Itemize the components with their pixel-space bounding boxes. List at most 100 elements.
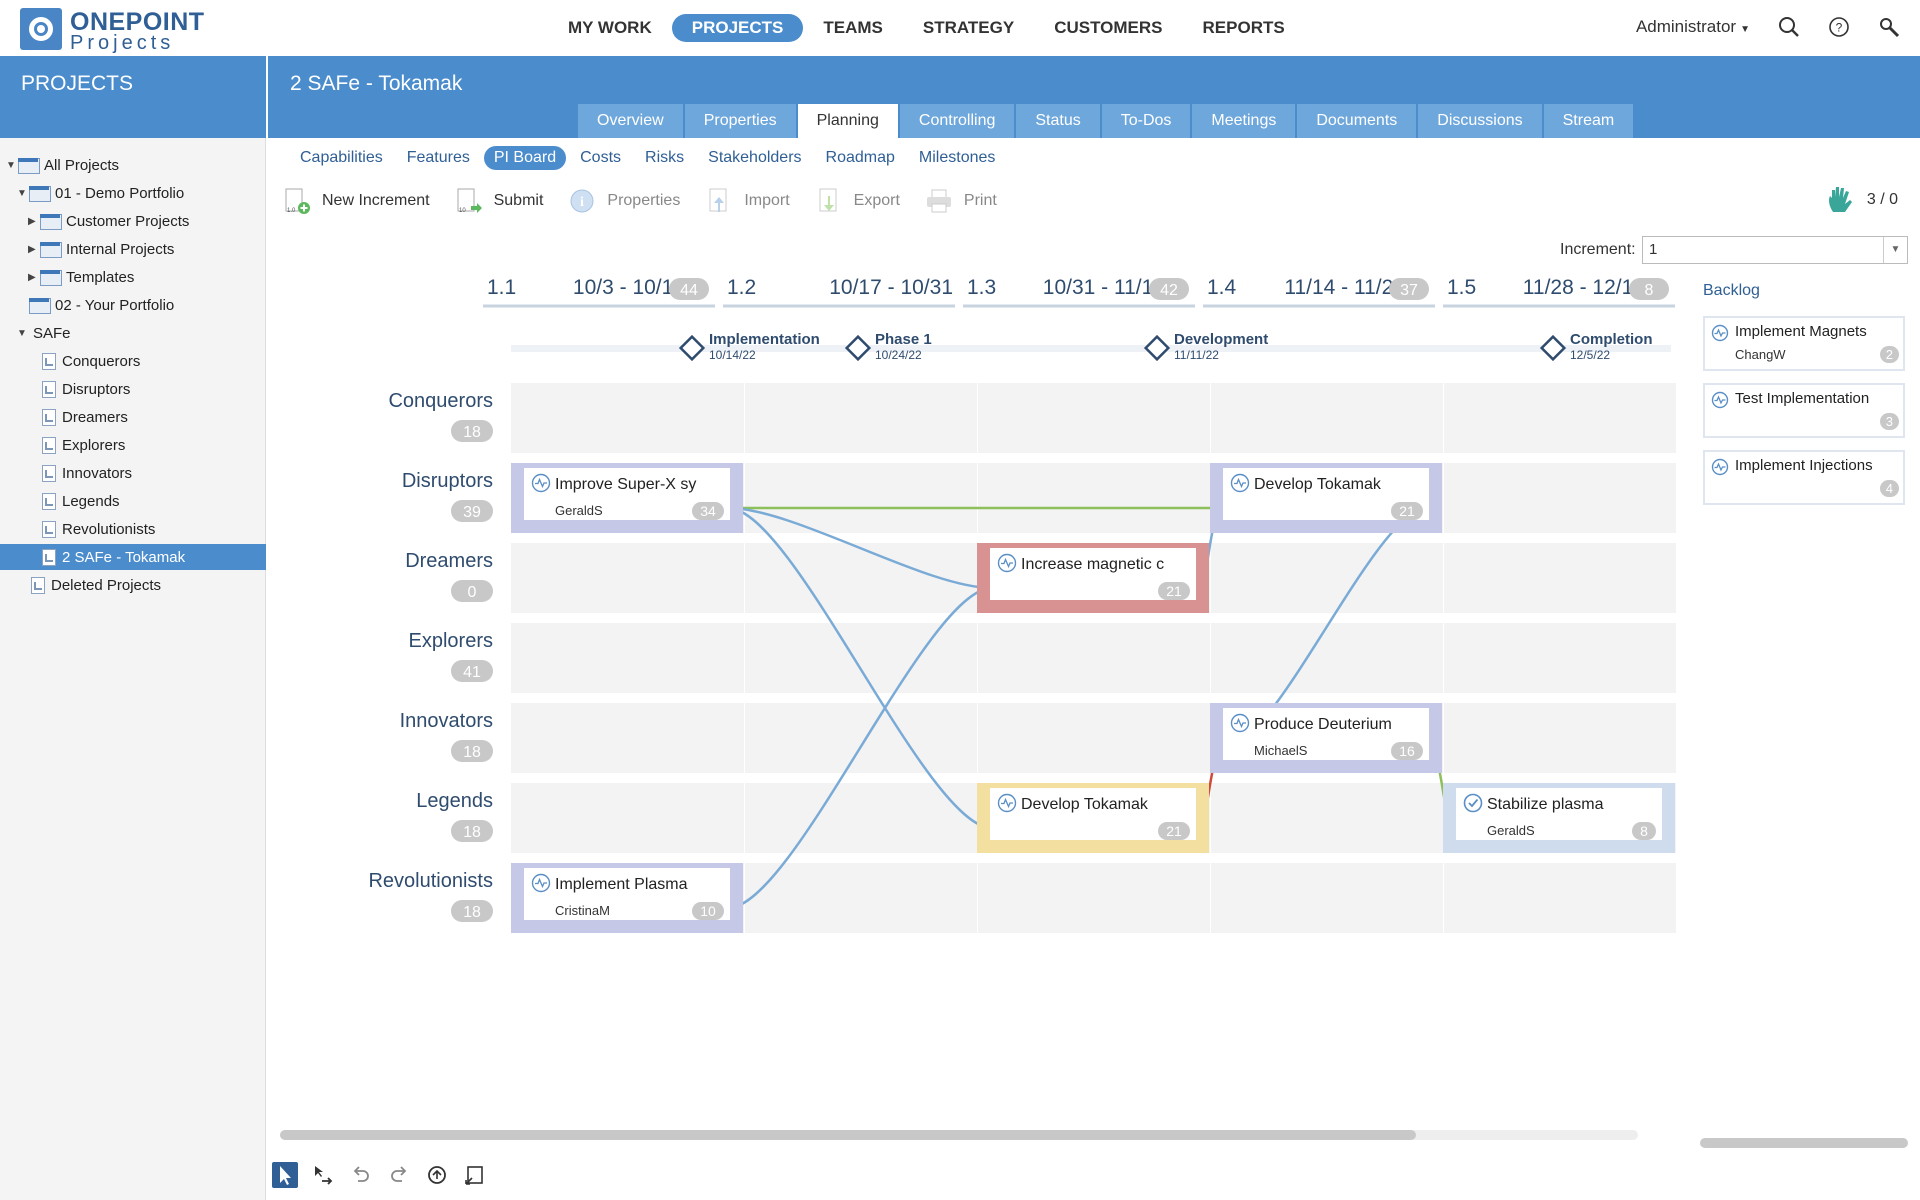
scrollbar-thumb[interactable] <box>280 1130 1416 1140</box>
tab-properties[interactable]: Properties <box>684 104 796 138</box>
board-cell[interactable] <box>745 783 977 853</box>
tools-icon[interactable] <box>1878 16 1900 38</box>
tree-item-legends[interactable]: Legends <box>28 488 120 514</box>
submit-button[interactable]: 10 Submit <box>454 186 543 216</box>
tree-item-2-safe-tokamak[interactable]: 2 SAFe - Tokamak <box>0 544 266 570</box>
dropdown-arrow-icon[interactable]: ▼ <box>1883 237 1907 263</box>
redo-icon[interactable] <box>386 1162 412 1188</box>
board-cell[interactable] <box>1444 703 1676 773</box>
milestone-phase-1[interactable]: Phase 110/24/22 <box>844 331 932 362</box>
tree-item-explorers[interactable]: Explorers <box>28 432 125 458</box>
tab-to-dos[interactable]: To-Dos <box>1101 104 1191 138</box>
tab-documents[interactable]: Documents <box>1297 104 1417 138</box>
board-cell[interactable] <box>1444 463 1676 533</box>
export-button[interactable]: Export <box>814 186 900 216</box>
feature-card[interactable]: Develop Tokamak 21 <box>977 783 1209 853</box>
tree-item-templates[interactable]: ▶ Templates <box>28 264 134 290</box>
board-cell[interactable] <box>745 383 977 453</box>
board-cell[interactable] <box>511 383 744 453</box>
subtab-stakeholders[interactable]: Stakeholders <box>698 146 811 170</box>
feature-card[interactable]: Implement Plasma CristinaM 10 <box>511 863 743 933</box>
refresh-icon[interactable] <box>424 1162 450 1188</box>
expand-down-icon[interactable]: ▼ <box>6 160 18 171</box>
tree-item-innovators[interactable]: Innovators <box>28 460 132 486</box>
help-icon[interactable]: ? <box>1828 16 1850 38</box>
properties-button[interactable]: i Properties <box>567 186 680 216</box>
board-scrollbar[interactable] <box>280 1130 1638 1140</box>
backlog-card[interactable]: Test Implementation 3 <box>1703 383 1905 438</box>
board-cell[interactable] <box>745 463 977 533</box>
feature-card[interactable]: Increase magnetic c21 <box>977 543 1209 613</box>
tab-planning[interactable]: Planning <box>797 104 898 138</box>
board-cell[interactable] <box>745 703 977 773</box>
tree-item-all-projects[interactable]: ▼ All Projects <box>6 152 119 178</box>
nav-my-work[interactable]: MY WORK <box>548 14 672 42</box>
tree-item-revolutionists[interactable]: Revolutionists <box>28 516 155 542</box>
tree-item-safe[interactable]: ▼ SAFe <box>17 320 71 346</box>
feature-card[interactable]: Produce Deuterium MichaelS 16 <box>1210 703 1442 773</box>
board-cell[interactable] <box>978 463 1210 533</box>
board-cell[interactable] <box>978 703 1210 773</box>
subtab-features[interactable]: Features <box>397 146 480 170</box>
pointer-icon[interactable] <box>272 1162 298 1188</box>
tree-item-disruptors[interactable]: Disruptors <box>28 376 130 402</box>
feature-card[interactable]: Stabilize plasma GeraldS 8 <box>1443 783 1675 853</box>
tab-discussions[interactable]: Discussions <box>1418 104 1542 138</box>
sprint-header[interactable]: 1.2 10/17 - 10/31 <box>723 276 955 308</box>
tab-meetings[interactable]: Meetings <box>1192 104 1296 138</box>
new-increment-button[interactable]: 1.0 New Increment <box>282 186 430 216</box>
expand-right-icon[interactable]: ▶ <box>28 216 40 227</box>
tree-item-conquerors[interactable]: Conquerors <box>28 348 140 374</box>
subtab-pi-board[interactable]: PI Board <box>483 146 567 170</box>
board-cell[interactable] <box>978 383 1210 453</box>
tab-controlling[interactable]: Controlling <box>899 104 1015 138</box>
expand-down-icon[interactable]: ▼ <box>17 188 29 199</box>
tab-status[interactable]: Status <box>1016 104 1100 138</box>
milestone-development[interactable]: Development11/11/22 <box>1143 331 1269 362</box>
milestone-completion[interactable]: Completion12/5/22 <box>1539 331 1653 362</box>
sprint-header[interactable]: 1.5 11/28 - 12/12 8 <box>1443 276 1675 308</box>
feature-card[interactable]: Develop Tokamak 21 <box>1210 463 1442 533</box>
milestone-implementation[interactable]: Implementation10/14/22 <box>678 331 820 362</box>
tree-item-01-demo-portfolio[interactable]: ▼ 01 - Demo Portfolio <box>17 180 184 206</box>
nav-projects[interactable]: PROJECTS <box>671 14 804 42</box>
board-cell[interactable] <box>511 783 744 853</box>
sprint-header[interactable]: 1.4 11/14 - 11/2837 <box>1203 276 1435 308</box>
board-cell[interactable] <box>1211 543 1443 613</box>
expand-down-icon[interactable]: ▼ <box>17 328 29 339</box>
board-cell[interactable] <box>1211 383 1443 453</box>
board-cell[interactable] <box>511 543 744 613</box>
user-menu[interactable]: Administrator ▼ <box>1636 17 1750 37</box>
board-cell[interactable] <box>745 863 977 933</box>
subtab-capabilities[interactable]: Capabilities <box>290 146 393 170</box>
nav-reports[interactable]: REPORTS <box>1183 14 1305 42</box>
nav-teams[interactable]: TEAMS <box>803 14 903 42</box>
search-icon[interactable] <box>1778 16 1800 38</box>
feature-card[interactable]: Improve Super-X sy GeraldS 34 <box>511 463 743 533</box>
subtab-roadmap[interactable]: Roadmap <box>816 146 905 170</box>
board-cell[interactable] <box>1444 543 1676 613</box>
resize-icon[interactable] <box>462 1162 488 1188</box>
subtab-risks[interactable]: Risks <box>635 146 694 170</box>
board-cell[interactable] <box>511 623 744 693</box>
subtab-costs[interactable]: Costs <box>570 146 631 170</box>
backlog-card[interactable]: Implement Magnets ChangW 2 <box>1703 316 1905 371</box>
board-cell[interactable] <box>1444 383 1676 453</box>
board-cell[interactable] <box>978 863 1210 933</box>
tree-item-02-your-portfolio[interactable]: 02 - Your Portfolio <box>17 292 174 318</box>
tree-item-internal-projects[interactable]: ▶ Internal Projects <box>28 236 174 262</box>
connect-icon[interactable] <box>310 1162 336 1188</box>
tab-overview[interactable]: Overview <box>578 104 683 138</box>
subtab-milestones[interactable]: Milestones <box>909 146 1005 170</box>
nav-customers[interactable]: CUSTOMERS <box>1034 14 1182 42</box>
tree-item-deleted-projects[interactable]: Deleted Projects <box>17 572 161 598</box>
increment-select[interactable]: 1 ▼ <box>1642 236 1908 264</box>
expand-right-icon[interactable]: ▶ <box>28 244 40 255</box>
tree-item-dreamers[interactable]: Dreamers <box>28 404 128 430</box>
backlog-scrollbar[interactable] <box>1700 1138 1908 1148</box>
tree-item-customer-projects[interactable]: ▶ Customer Projects <box>28 208 189 234</box>
board-cell[interactable] <box>1444 623 1676 693</box>
board-cell[interactable] <box>1211 863 1443 933</box>
sprint-header[interactable]: 1.1 10/3 - 10/1744 <box>483 276 715 308</box>
board-cell[interactable] <box>978 623 1210 693</box>
